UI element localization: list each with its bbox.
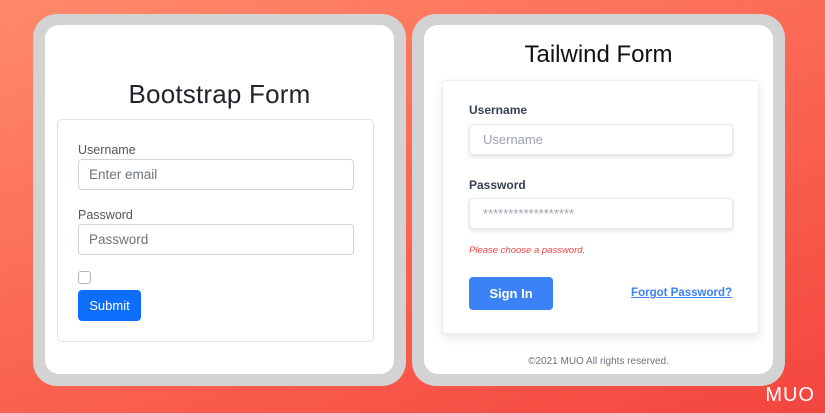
submit-button[interactable]: Submit: [78, 290, 141, 321]
tailwind-frame: Tailwind Form Username Password Please c…: [412, 14, 785, 386]
bootstrap-title: Bootstrap Form: [128, 79, 311, 109]
tailwind-username-input[interactable]: [469, 124, 733, 155]
sign-in-button[interactable]: Sign In: [469, 277, 553, 310]
tailwind-form-card: Username Password Please choose a passwo…: [442, 80, 759, 334]
bootstrap-username-input[interactable]: [78, 159, 354, 190]
bootstrap-password-input[interactable]: [78, 224, 354, 255]
bootstrap-checkbox[interactable]: [78, 271, 91, 284]
tailwind-password-input[interactable]: [469, 198, 733, 229]
bootstrap-panel: Bootstrap Form Username Password Submit: [45, 25, 394, 374]
bootstrap-form-card: Username Password Submit: [57, 119, 374, 342]
tailwind-footer: ©2021 MUO All rights reserved.: [528, 356, 669, 367]
tailwind-username-label: Username: [469, 103, 528, 117]
bootstrap-username-label: Username: [78, 143, 136, 157]
tailwind-password-label: Password: [469, 178, 526, 192]
muo-watermark: MUO: [765, 384, 815, 406]
password-error-message: Please choose a password.: [469, 245, 586, 256]
bootstrap-frame: Bootstrap Form Username Password Submit: [33, 14, 406, 386]
bootstrap-password-label: Password: [78, 208, 133, 222]
tailwind-title: Tailwind Form: [524, 41, 673, 68]
tailwind-panel: Tailwind Form Username Password Please c…: [424, 25, 773, 374]
forgot-password-link[interactable]: Forgot Password?: [631, 287, 732, 299]
